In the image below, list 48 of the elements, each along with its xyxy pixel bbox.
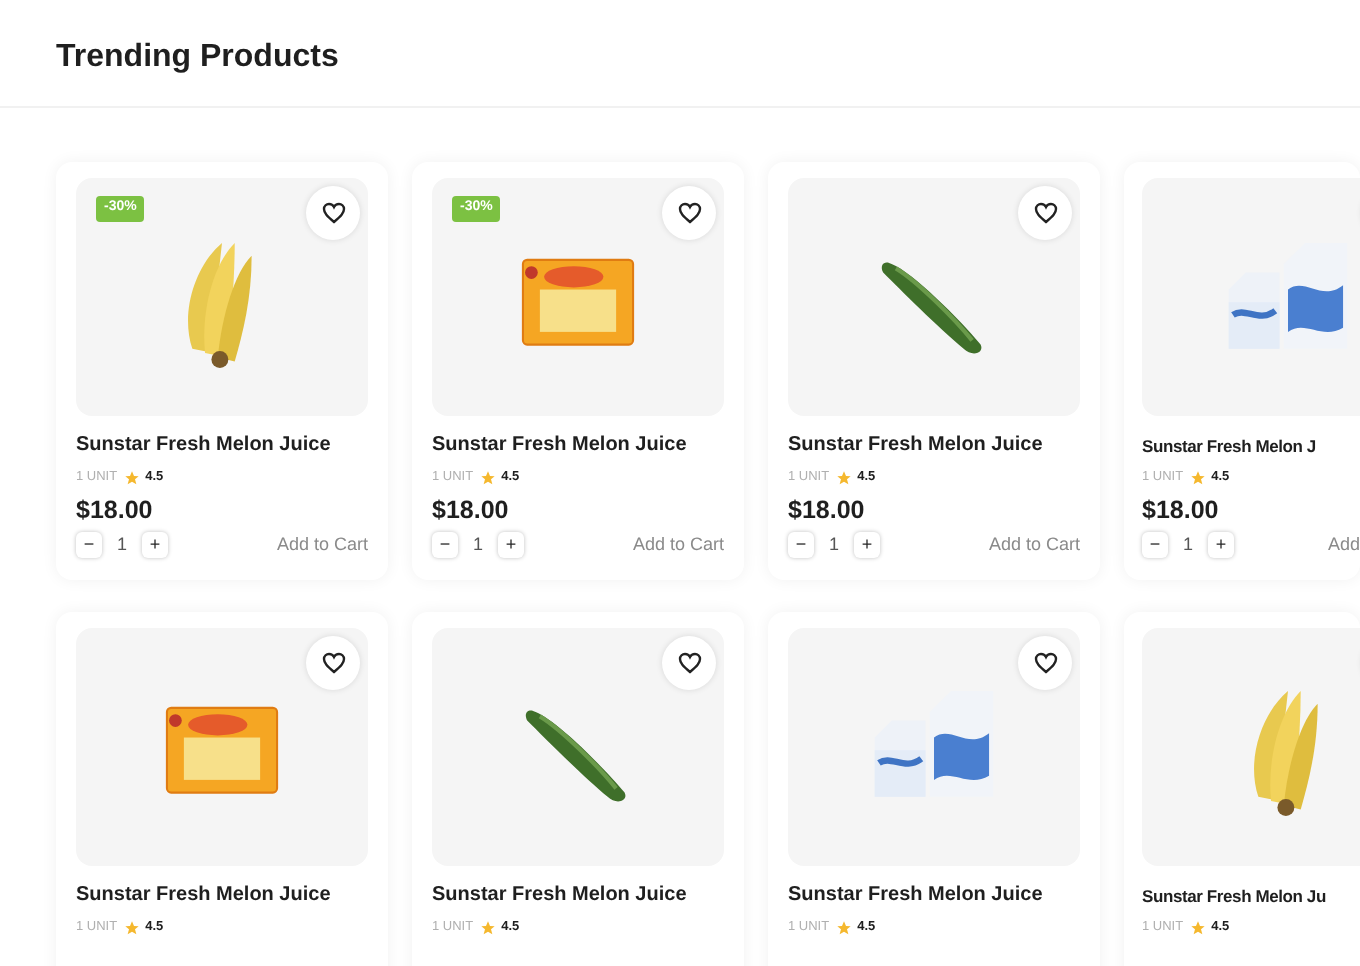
product-name: Sunstar Fresh Melon Ju <box>1142 883 1326 907</box>
quantity-value: 1 <box>114 532 129 558</box>
wishlist-button[interactable] <box>662 186 716 240</box>
star-icon <box>835 919 852 935</box>
product-price: $18.00 <box>1142 496 1221 526</box>
decrease-button[interactable]: − <box>76 532 102 559</box>
heart-icon <box>321 202 345 224</box>
star-icon <box>123 470 140 486</box>
increase-button[interactable]: + <box>1208 532 1234 559</box>
product-name: Sunstar Fresh Melon J <box>1142 434 1316 458</box>
product-price: $18.00 <box>432 496 511 526</box>
decrease-button[interactable]: − <box>1142 532 1168 559</box>
decrease-button[interactable]: − <box>432 532 458 559</box>
product-price: $18.00 <box>76 496 155 526</box>
add-to-cart-link[interactable]: Add to Cart <box>632 532 724 559</box>
quantity-value: 1 <box>826 532 841 558</box>
star-icon <box>479 470 496 486</box>
quantity-value: 1 <box>1180 532 1195 558</box>
heart-icon <box>677 202 701 224</box>
product-name: Sunstar Fresh Melon Juice <box>432 434 689 458</box>
star-icon <box>123 919 140 935</box>
heart-icon <box>677 651 701 673</box>
heart-icon <box>321 651 345 673</box>
product-name: Sunstar Fresh Melon Juice <box>788 434 1045 458</box>
star-icon <box>835 470 852 486</box>
add-to-cart-link[interactable]: Add to Cart <box>988 532 1080 559</box>
wishlist-button[interactable] <box>1018 186 1072 240</box>
heart-icon <box>1033 202 1057 224</box>
product-name: Sunstar Fresh Melon Juice <box>76 434 333 458</box>
add-to-cart-link[interactable]: Add to Cart <box>276 532 368 559</box>
star-icon <box>1189 470 1206 486</box>
star-icon <box>479 919 496 935</box>
product-price: $18.00 <box>788 496 867 526</box>
wishlist-button[interactable] <box>306 635 360 689</box>
heart-icon <box>1033 651 1057 673</box>
increase-button[interactable]: + <box>142 532 168 559</box>
wishlist-button[interactable] <box>662 635 716 689</box>
quantity-value: 1 <box>470 532 485 558</box>
section-title: Trending Products <box>56 38 341 78</box>
product-name: Sunstar Fresh Melon Juice <box>76 883 333 907</box>
product-name: Sunstar Fresh Melon Juice <box>788 883 1045 907</box>
product-name: Sunstar Fresh Melon Juice <box>432 883 689 907</box>
wishlist-button[interactable] <box>1018 635 1072 689</box>
wishlist-button[interactable] <box>306 186 360 240</box>
decrease-button[interactable]: − <box>788 532 814 559</box>
increase-button[interactable]: + <box>498 532 524 559</box>
star-icon <box>1189 919 1206 935</box>
increase-button[interactable]: + <box>854 532 880 559</box>
